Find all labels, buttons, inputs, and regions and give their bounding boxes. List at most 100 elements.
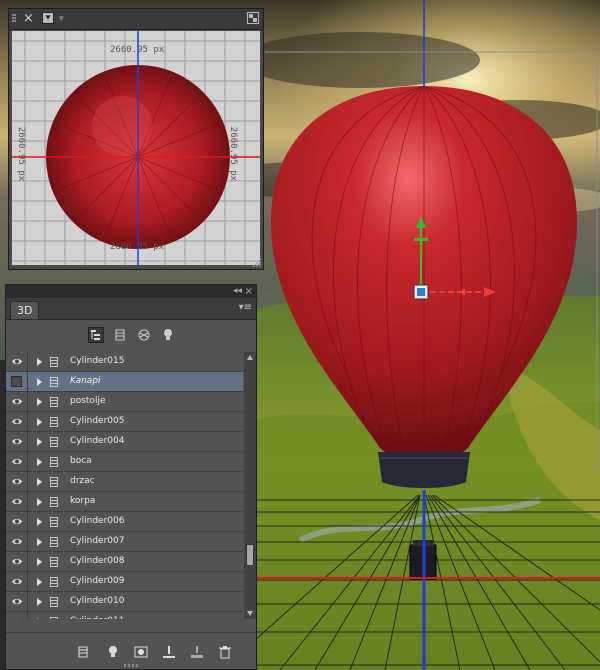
mesh-icon [50,437,58,447]
expand-arrow-icon[interactable] [37,598,42,606]
dimension-label-bottom: 2660.95 px [110,242,165,252]
scroll-up-icon[interactable] [247,355,253,360]
scene-tree-row[interactable]: Cylinder008 [6,552,243,572]
visibility-toggle[interactable] [6,612,28,619]
expand-arrow-icon[interactable] [37,498,42,506]
visibility-toggle[interactable] [6,532,28,551]
expand-arrow-icon[interactable] [37,518,42,526]
eye-icon [15,618,19,619]
visibility-toggle[interactable] [6,432,28,451]
chevron-down-icon[interactable]: ▾ [59,10,64,28]
eye-icon [12,598,22,605]
visibility-toggle[interactable] [6,452,28,471]
scene-tree-row[interactable]: drzac [6,472,243,492]
scene-tree-row[interactable]: boca [6,452,243,472]
scene-tree-label: boca [70,456,92,466]
scene-tree-label: Cylinder007 [70,536,125,546]
swap-views-icon[interactable] [247,12,259,24]
mesh-icon [50,597,58,607]
visibility-toggle[interactable] [6,552,28,571]
mesh-icon [50,457,58,467]
material-filter-icon[interactable] [136,327,152,343]
visibility-toggle[interactable] [6,472,28,491]
resize-grip-icon[interactable] [251,257,261,267]
scene-tree-row[interactable]: Kanapi [6,372,243,392]
scene-tree-label: Cylinder006 [70,516,125,526]
eye-icon [12,498,22,505]
panel-menu-icon[interactable]: ▾≡ [239,301,252,315]
constrain-icon[interactable] [190,645,204,659]
expand-arrow-icon[interactable] [37,358,42,366]
resize-grip-icon[interactable] [124,664,140,667]
visibility-toggle[interactable] [6,512,28,531]
expand-arrow-icon[interactable] [37,578,42,586]
visibility-toggle[interactable] [6,492,28,511]
scene-icon[interactable] [88,327,104,343]
expand-arrow-icon[interactable] [37,478,42,486]
scene-tree-row[interactable]: Cylinder007 [6,532,243,552]
scene-tree-row[interactable]: Cylinder010 [6,592,243,612]
mesh-filter-icon[interactable] [112,327,128,343]
mesh-icon [50,417,58,427]
mesh-icon [50,477,58,487]
visibility-toggle[interactable] [6,372,28,391]
expand-arrow-icon[interactable] [37,618,42,619]
grip-icon[interactable] [12,14,16,24]
scene-tree-label: drzac [70,476,95,486]
trash-icon[interactable] [218,645,232,659]
scene-tree-label: postolje [70,396,106,406]
eye-icon [12,398,22,405]
visibility-toggle[interactable] [6,592,28,611]
scene-tree-row[interactable]: Cylinder015 [6,352,243,372]
visibility-toggle[interactable] [6,392,28,411]
scene-tree-row[interactable]: Cylinder006 [6,512,243,532]
close-icon[interactable]: × [23,10,34,28]
expand-arrow-icon[interactable] [37,458,42,466]
scrollbar[interactable] [244,352,256,619]
render-icon[interactable] [134,645,148,659]
mesh-icon [50,397,58,407]
view-select-icon[interactable]: ▾ [42,12,54,24]
scene-tree-row[interactable]: korpa [6,492,243,512]
panel-header[interactable]: ◂◂ × [6,285,256,298]
scene-tree-row[interactable]: postolje [6,392,243,412]
expand-arrow-icon[interactable] [37,378,42,386]
scene-tree-label: Kanapi [70,376,101,386]
collapse-icon[interactable]: ◂◂ [233,285,242,298]
scene-tree-label: Cylinder008 [70,556,125,566]
eye-icon [12,558,22,565]
mesh-icon [50,577,58,587]
expand-arrow-icon[interactable] [37,398,42,406]
mesh-icon [50,497,58,507]
mesh-icon [50,537,58,547]
scroll-down-icon[interactable] [247,611,253,616]
scene-tree-row[interactable]: Cylinder005 [6,412,243,432]
scene-tree-label: Cylinder010 [70,596,125,606]
visibility-toggle[interactable] [6,412,28,431]
scene-tree-label: korpa [70,496,96,506]
filter-toolbar [6,320,256,350]
expand-arrow-icon[interactable] [37,538,42,546]
secondary-view-canvas[interactable]: 2660.95 px 2660.95 px 2660.95 px 2660.95… [12,31,260,265]
mesh-icon [50,357,58,367]
expand-arrow-icon[interactable] [37,418,42,426]
expand-arrow-icon[interactable] [37,438,42,446]
visibility-toggle[interactable] [6,352,28,371]
scroll-thumb[interactable] [246,544,254,566]
visibility-toggle[interactable] [6,572,28,591]
eye-icon [12,538,22,545]
close-icon[interactable]: × [245,285,253,298]
scene-tree-row[interactable]: Cylinder004 [6,432,243,452]
drop-to-plane-icon[interactable] [162,645,176,659]
3d-panel: ◂◂ × 3D ▾≡ Cylinder015 Kanapi postolje Cyli… [5,284,257,670]
scene-tree-label: Cylinder011 [70,612,124,619]
light-icon[interactable] [106,645,120,659]
scene-tree-row[interactable]: Cylinder011 [6,612,243,619]
light-filter-icon[interactable] [160,327,176,343]
scene-tree-row[interactable]: Cylinder009 [6,572,243,592]
secondary-view-titlebar[interactable]: × ▾ ▾ [9,9,263,30]
scene-tree-label: Cylinder005 [70,416,125,426]
tab-3d[interactable]: 3D [10,301,40,319]
expand-arrow-icon[interactable] [37,558,42,566]
mesh-icon[interactable] [76,645,90,659]
